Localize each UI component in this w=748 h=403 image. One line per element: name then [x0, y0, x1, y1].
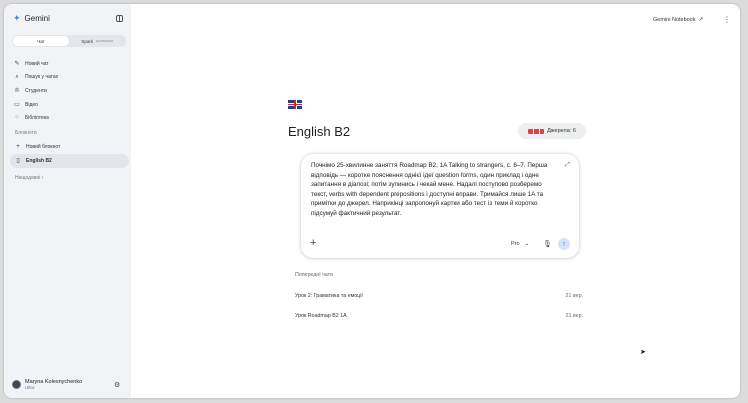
sidebar-item-label: Новий чат	[25, 60, 49, 67]
external-link-icon: ↗	[698, 17, 704, 23]
user-plan: Ultra	[25, 385, 35, 391]
add-attachment-icon[interactable]: +	[310, 238, 316, 249]
edit-icon: ✎	[14, 60, 20, 67]
chat-title: Урок 2: Граматика та емоції	[295, 293, 363, 299]
prompt-input[interactable]: Почнімо 25-хвилинне заняття Roadmap B2, …	[311, 161, 549, 219]
sidebar-item-label: Пошук у чатах	[25, 74, 59, 81]
sidebar-item-label: Відео	[25, 101, 38, 108]
expand-icon[interactable]: ⤢	[565, 162, 570, 169]
toggle-chat-label: Чат	[37, 38, 45, 44]
notebook-item-english-b2[interactable]: ▯ English B2	[10, 154, 129, 168]
plus-icon: +	[16, 144, 20, 150]
chat-date: 21 вер.	[565, 293, 583, 299]
sidebar: ✦ Gemini Чат Spark ЕКСПЕРИМ. ✎ Новий чат…	[4, 4, 131, 398]
spark-badge: ЕКСПЕРИМ.	[96, 39, 114, 43]
chevron-down-icon: ⌄	[524, 241, 530, 247]
previous-chat-row[interactable]: Урок 2: Граматика та емоції 21 вер.	[295, 290, 583, 302]
notebook-title: English B2	[288, 124, 351, 139]
graduation-cap-icon: ♔	[14, 87, 20, 94]
mode-toggle: Чат Spark ЕКСПЕРИМ.	[12, 35, 126, 47]
prompt-composer[interactable]: Почнімо 25-хвилинне заняття Roadmap B2, …	[301, 154, 579, 258]
sidebar-item-new-chat[interactable]: ✎ Новий чат	[14, 57, 58, 71]
uk-flag-icon	[288, 100, 302, 109]
more-options-icon[interactable]: ⋮	[723, 15, 731, 24]
notebooks-heading: Блокноти	[15, 130, 37, 136]
toggle-spark-label: Spark	[81, 38, 94, 44]
model-label: Pro	[511, 241, 520, 247]
new-notebook-label: Новий блокнот	[26, 144, 61, 150]
model-selector[interactable]: Pro ⌄	[511, 241, 529, 247]
notebook-list: + Новий блокнот ▯ English B2	[10, 140, 129, 168]
sidebar-item-search-chats[interactable]: ⌕ Пошук у чатах	[14, 71, 58, 85]
gemini-notebook-label: Gemini Notebook	[653, 17, 696, 23]
microphone-icon[interactable]: 🎙	[543, 240, 552, 248]
sidebar-collapse-icon[interactable]	[116, 15, 123, 22]
previous-chats-heading: Попередні чати	[295, 272, 333, 278]
notebook-item-label: English B2	[26, 158, 52, 164]
chat-title: Урок Roadmap B2 1A	[295, 313, 347, 319]
brand[interactable]: ✦ Gemini	[13, 13, 50, 24]
sources-chip[interactable]: Джерела: 6	[518, 123, 586, 139]
sources-label: Джерела: 6	[547, 128, 576, 134]
recent-label: Нещодавні	[15, 175, 41, 181]
toggle-spark[interactable]: Spark ЕКСПЕРИМ.	[69, 39, 126, 44]
previous-chat-row[interactable]: Урок Roadmap B2 1A 21 вер.	[295, 310, 583, 322]
sources-icon	[528, 128, 545, 134]
avatar	[12, 380, 21, 390]
brand-name: Gemini	[24, 14, 50, 23]
mouse-cursor-icon: ➤	[640, 349, 646, 356]
settings-icon[interactable]: ⚙	[114, 381, 120, 389]
library-icon: ⁘	[14, 115, 20, 122]
new-notebook-button[interactable]: + Новий блокнот	[10, 140, 129, 154]
gemini-notebook-link[interactable]: Gemini Notebook ↗	[653, 17, 703, 23]
recent-section-toggle[interactable]: Нещодавні ›	[15, 175, 43, 181]
search-icon: ⌕	[15, 74, 19, 81]
send-button[interactable]: ↑	[558, 238, 570, 250]
app-window: ✦ Gemini Чат Spark ЕКСПЕРИМ. ✎ Новий чат…	[4, 4, 740, 398]
sidebar-item-video[interactable]: ▭ Відео	[14, 98, 58, 112]
arrow-up-icon: ↑	[562, 240, 566, 248]
notebook-icon: ▯	[16, 158, 20, 164]
toggle-chat[interactable]: Чат	[13, 36, 69, 46]
chat-date: 21 вер.	[565, 313, 583, 319]
gemini-logo-icon: ✦	[13, 13, 21, 23]
sidebar-nav: ✎ Новий чат ⌕ Пошук у чатах ♔ Студенти ▭…	[14, 57, 58, 125]
video-icon: ▭	[14, 101, 20, 108]
user-profile[interactable]: Maryna Kolesnychenko Ultra	[12, 379, 82, 390]
chevron-right-icon: ›	[41, 175, 44, 181]
sidebar-item-label: Бібліотека	[25, 115, 49, 122]
sidebar-item-students[interactable]: ♔ Студенти	[14, 84, 58, 98]
sidebar-item-label: Студенти	[25, 87, 47, 94]
main-panel: Gemini Notebook ↗ ⋮ English B2 Джерела: …	[131, 4, 740, 398]
sidebar-item-library[interactable]: ⁘ Бібліотека	[14, 111, 58, 125]
